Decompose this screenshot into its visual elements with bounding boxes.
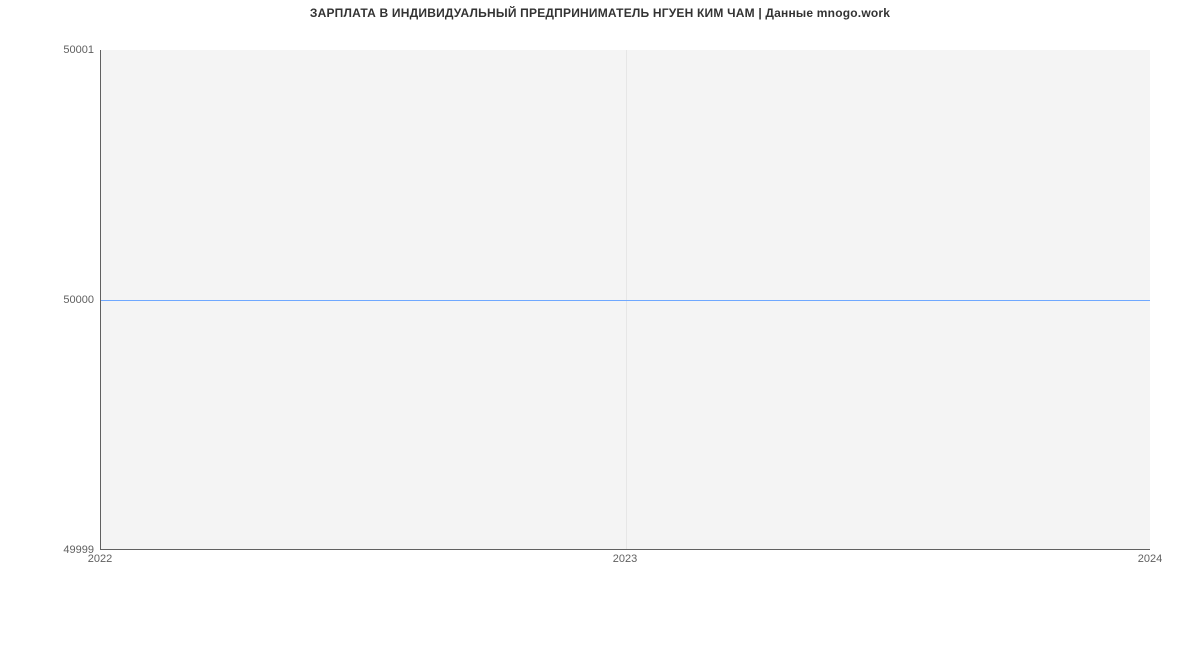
plot-area [100, 50, 1150, 550]
series-line-salary [101, 300, 1150, 301]
salary-line-chart: ЗАРПЛАТА В ИНДИВИДУАЛЬНЫЙ ПРЕДПРИНИМАТЕЛ… [0, 0, 1200, 650]
x-tick-label: 2024 [1138, 553, 1162, 565]
y-tick-label: 50001 [63, 44, 94, 56]
x-tick-label: 2023 [613, 553, 637, 565]
chart-title: ЗАРПЛАТА В ИНДИВИДУАЛЬНЫЙ ПРЕДПРИНИМАТЕЛ… [0, 6, 1200, 20]
y-tick-label: 50000 [63, 294, 94, 306]
x-tick-label: 2022 [88, 553, 112, 565]
